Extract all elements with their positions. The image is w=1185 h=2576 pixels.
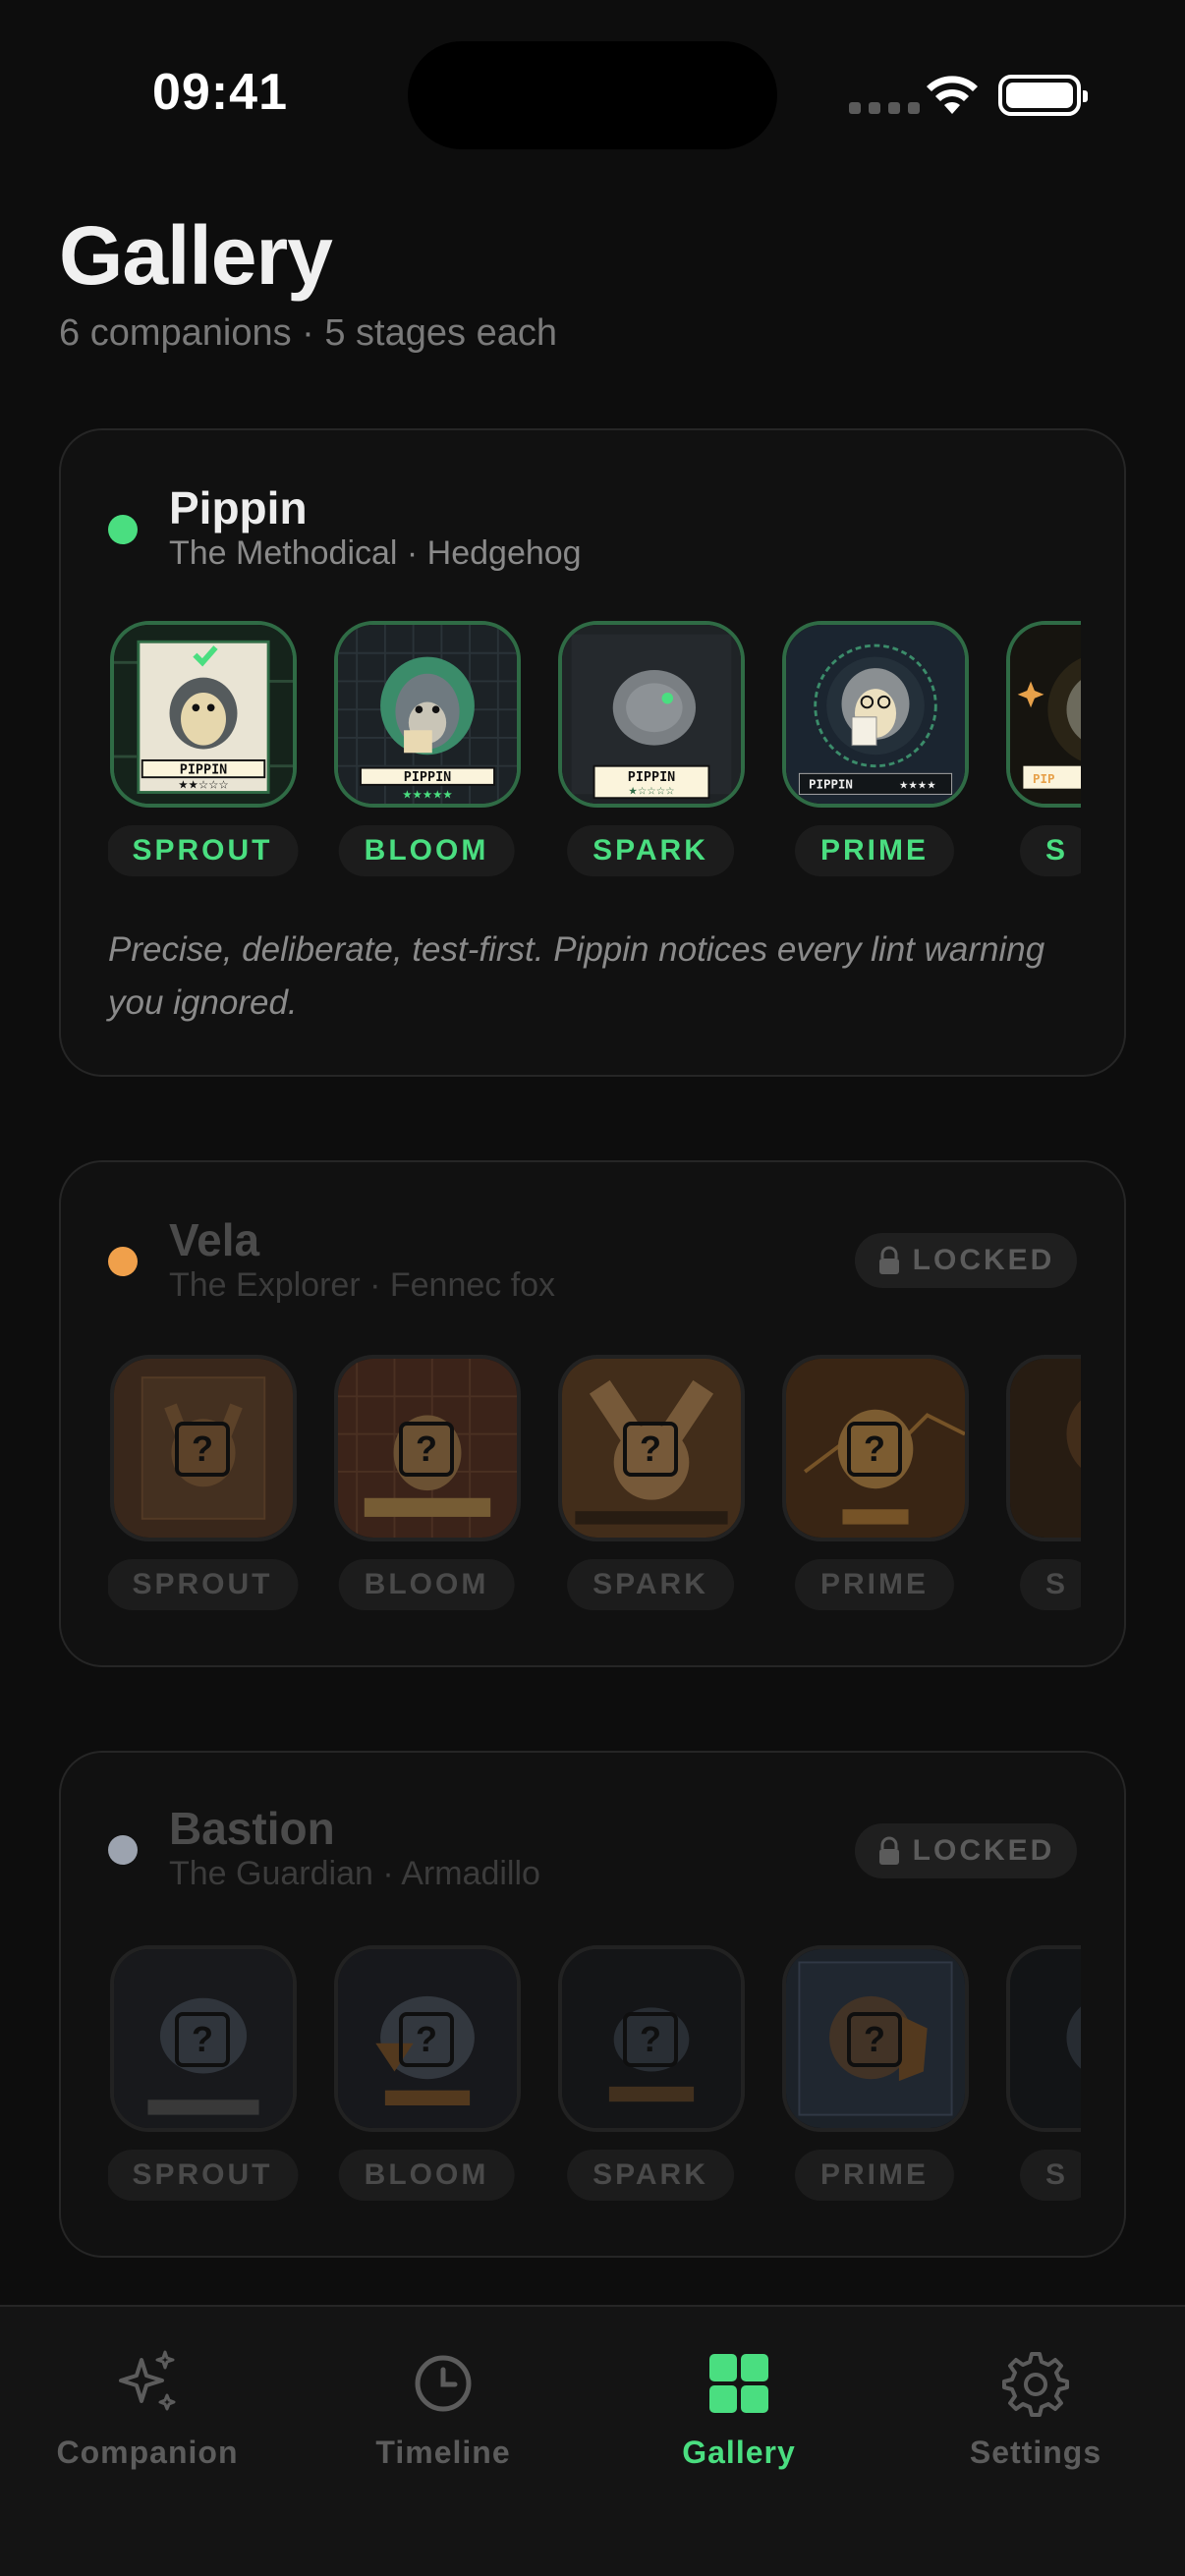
tab-gallery[interactable]: Gallery [611, 2346, 867, 2493]
tab-bar: Companion Timeline Gallery Settings [0, 2305, 1185, 2576]
companion-tagline: The Explorer · Fennec fox [169, 1266, 556, 1304]
stage-label: BLOOM [338, 825, 515, 876]
stage-label: SPARK [567, 825, 734, 876]
companion-card-vela[interactable]: Vela The Explorer · Fennec fox LOCKED ? … [59, 1160, 1126, 1667]
tab-label: Companion [56, 2435, 239, 2470]
stage-thumbnail[interactable]: PIPPIN ★★★★★ [334, 621, 521, 808]
stage-prime[interactable]: ? PRIME [780, 1945, 969, 2211]
stage-sprout[interactable]: PIPPIN ★★☆☆☆ SPROUT [108, 621, 299, 886]
unknown-icon: ? [623, 2012, 678, 2067]
stage-spark[interactable]: PIPPIN ★☆☆☆☆ SPARK [556, 621, 745, 886]
stage-label: S [1020, 2150, 1081, 2201]
stage-sprout[interactable]: ? SPROUT [108, 1945, 299, 2211]
name-plate: PIPPIN [180, 762, 227, 777]
tab-settings[interactable]: Settings [908, 2346, 1163, 2493]
companion-tagline: The Guardian · Armadillo [169, 1855, 540, 1892]
svg-text:★☆☆☆☆: ★☆☆☆☆ [628, 785, 674, 797]
stage-thumbnail[interactable]: PIP [1006, 621, 1081, 808]
stage-thumbnail[interactable]: PIPPIN ★☆☆☆☆ [558, 621, 745, 808]
stage-label: SPROUT [108, 2150, 299, 2201]
stage-bloom[interactable]: ? BLOOM [332, 1945, 521, 2211]
page-title: Gallery [59, 209, 333, 302]
status-dot [108, 1247, 138, 1276]
locked-badge: LOCKED [855, 1823, 1077, 1878]
locked-badge: LOCKED [855, 1233, 1077, 1288]
stage-strip[interactable]: PIPPIN ★★☆☆☆ SPROUT PIPPIN ★★★★★ BLOOM P… [108, 621, 1081, 886]
unknown-icon: ? [847, 1422, 902, 1477]
svg-text:★★★★★: ★★★★★ [402, 787, 452, 801]
cellular-signal-icon [849, 102, 920, 114]
stage-thumbnail [1006, 1945, 1081, 2132]
tab-timeline[interactable]: Timeline [315, 2346, 571, 2493]
tab-label: Settings [969, 2435, 1102, 2470]
stage-label: SPROUT [108, 825, 299, 876]
stage-fifth[interactable]: PIP S [1004, 621, 1081, 886]
stage-thumbnail [1006, 1355, 1081, 1541]
status-dot [108, 515, 138, 544]
stage-fifth[interactable]: S [1004, 1355, 1081, 1620]
stage-label: BLOOM [338, 1559, 515, 1610]
stage-label: BLOOM [338, 2150, 515, 2201]
stage-bloom[interactable]: PIPPIN ★★★★★ BLOOM [332, 621, 521, 886]
companion-card-pippin[interactable]: Pippin The Methodical · Hedgehog PIPPIN … [59, 428, 1126, 1077]
stage-label: SPARK [567, 1559, 734, 1610]
unknown-icon: ? [175, 2012, 230, 2067]
dynamic-island [408, 41, 777, 149]
stage-label: SPROUT [108, 1559, 299, 1610]
stage-bloom[interactable]: ? BLOOM [332, 1355, 521, 1620]
stage-thumbnail[interactable]: PIPPIN ★★★★ [782, 621, 969, 808]
name-plate: PIP [1033, 771, 1054, 786]
wifi-icon [927, 76, 978, 114]
stage-strip[interactable]: ? SPROUT ? BLOOM ? SPARK ? PRIME S [108, 1945, 1081, 2211]
companion-name: Pippin [169, 482, 308, 533]
svg-text:★★☆☆☆: ★★☆☆☆ [178, 778, 228, 792]
gear-icon [1002, 2352, 1069, 2417]
tab-companion[interactable]: Companion [20, 2346, 275, 2493]
stage-label: PRIME [794, 1559, 955, 1610]
status-dot [108, 1835, 138, 1865]
unknown-icon: ? [847, 2012, 902, 2067]
battery-icon [998, 75, 1088, 116]
lock-icon [878, 1246, 899, 1274]
stage-sprout[interactable]: ? SPROUT [108, 1355, 299, 1620]
name-plate: PIPPIN [628, 770, 675, 785]
page-subtitle: 6 companions · 5 stages each [59, 312, 557, 354]
locked-label: LOCKED [912, 1244, 1055, 1276]
svg-text:★★★★: ★★★★ [899, 780, 936, 792]
stage-spark[interactable]: ? SPARK [556, 1945, 745, 2211]
unknown-icon: ? [623, 1422, 678, 1477]
companion-name: Vela [169, 1214, 260, 1265]
companion-description: Precise, deliberate, test-first. Pippin … [108, 930, 1045, 1022]
stage-thumbnail[interactable]: PIPPIN ★★☆☆☆ [110, 621, 297, 808]
locked-label: LOCKED [912, 1834, 1055, 1867]
tab-label: Timeline [375, 2435, 511, 2470]
companion-card-bastion[interactable]: Bastion The Guardian · Armadillo LOCKED … [59, 1751, 1126, 2258]
lock-icon [878, 1836, 899, 1865]
stage-label: PRIME [794, 825, 955, 876]
stage-spark[interactable]: ? SPARK [556, 1355, 745, 1620]
stage-label: S [1020, 1559, 1081, 1610]
stage-strip[interactable]: ? SPROUT ? BLOOM ? SPARK ? PRIME S [108, 1355, 1081, 1620]
stage-prime[interactable]: PIPPIN ★★★★ PRIME [780, 621, 969, 886]
name-plate: PIPPIN [404, 770, 451, 785]
status-time: 09:41 [152, 64, 288, 121]
companion-tagline: The Methodical · Hedgehog [169, 534, 582, 572]
clock-icon [415, 2355, 472, 2412]
unknown-icon: ? [399, 1422, 454, 1477]
stage-label: PRIME [794, 2150, 955, 2201]
stage-label: S [1020, 825, 1081, 876]
unknown-icon: ? [175, 1422, 230, 1477]
companion-name: Bastion [169, 1803, 335, 1854]
tab-label: Gallery [682, 2435, 796, 2470]
name-plate: PIPPIN [809, 777, 853, 792]
grid-icon [709, 2354, 768, 2413]
stage-label: SPARK [567, 2150, 734, 2201]
unknown-icon: ? [399, 2012, 454, 2067]
stage-fifth[interactable]: S [1004, 1945, 1081, 2211]
stage-prime[interactable]: ? PRIME [780, 1355, 969, 1620]
status-bar: 09:41 [0, 0, 1185, 187]
sparkles-icon [119, 2350, 176, 2411]
